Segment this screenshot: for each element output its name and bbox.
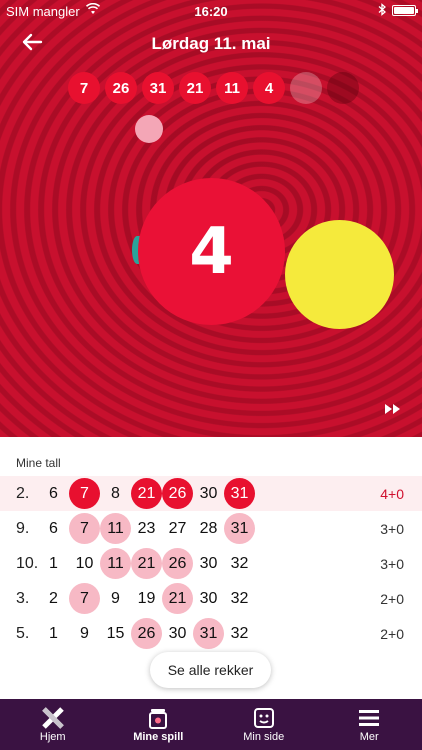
yellow-ball xyxy=(285,220,394,329)
drawn-numbers: 7 26 31 21 11 4 xyxy=(68,72,359,104)
tab-label: Hjem xyxy=(39,731,66,743)
number: 1 xyxy=(49,554,58,572)
battery-icon xyxy=(392,5,418,16)
number-hit: 11 xyxy=(100,548,131,579)
drawn-ball: 11 xyxy=(216,72,248,104)
tab-label: Mer xyxy=(359,731,379,743)
row-score: 4+0 xyxy=(380,486,404,502)
number: 30 xyxy=(199,484,218,502)
tab-label: Min side xyxy=(243,731,285,743)
row-index: 5. xyxy=(16,625,30,642)
tab-mer[interactable]: Mer xyxy=(317,699,422,750)
number: 30 xyxy=(199,554,218,572)
current-ball: 4 xyxy=(138,178,285,325)
row-index: 2. xyxy=(16,485,30,502)
my-numbers-list: Mine tall 2. 6 7 8 21 26 30 31 4+0 9. 6 … xyxy=(0,437,422,699)
tab-label: Mine spill xyxy=(133,731,184,743)
drawn-ball: 7 xyxy=(68,72,100,104)
number-hit: 21 xyxy=(162,583,193,614)
number: 8 xyxy=(111,484,120,502)
tab-bar: Hjem Mine spill Min side Mer xyxy=(0,699,422,750)
number: 32 xyxy=(230,554,249,572)
number: 30 xyxy=(168,624,187,642)
hjem-icon xyxy=(41,707,64,729)
row-score: 2+0 xyxy=(380,591,404,607)
number: 15 xyxy=(106,624,125,642)
number: 6 xyxy=(49,484,58,502)
number-hit: 21 xyxy=(131,548,162,579)
number-hit: 7 xyxy=(69,478,100,509)
list-label: Mine tall xyxy=(16,456,61,470)
tab-mine-spill[interactable]: Mine spill xyxy=(106,699,212,750)
number: 28 xyxy=(199,519,218,537)
fast-forward-icon[interactable] xyxy=(384,402,402,420)
row-index: 9. xyxy=(16,520,30,537)
table-row[interactable]: 5. 1 9 15 26 30 31 32 2+0 xyxy=(0,616,422,651)
number-hit: 31 xyxy=(193,618,224,649)
table-row[interactable]: 3. 2 7 9 19 21 30 32 2+0 xyxy=(0,581,422,616)
number: 1 xyxy=(49,624,58,642)
row-score: 3+0 xyxy=(380,521,404,537)
see-all-rows-button[interactable]: Se alle rekker xyxy=(150,652,271,688)
current-ball-number: 4 xyxy=(189,214,234,289)
empty-ball-slot xyxy=(327,72,359,104)
number: 9 xyxy=(80,624,89,642)
number: 32 xyxy=(230,624,249,642)
tab-hjem[interactable]: Hjem xyxy=(0,699,106,750)
row-index: 3. xyxy=(16,590,30,607)
menu-icon xyxy=(359,710,380,726)
table-row[interactable]: 9. 6 7 11 23 27 28 31 3+0 xyxy=(0,511,422,546)
status-bar: SIM mangler 16:20 xyxy=(0,0,422,22)
page-title: Lørdag 11. mai xyxy=(151,34,271,53)
table-row[interactable]: 2. 6 7 8 21 26 30 31 4+0 xyxy=(0,476,422,511)
number-hit: 7 xyxy=(69,513,100,544)
number: 30 xyxy=(199,589,218,607)
drawn-ball: 31 xyxy=(142,72,174,104)
number-hit: 31 xyxy=(224,513,255,544)
number-hit: 26 xyxy=(131,618,162,649)
number-hit: 26 xyxy=(162,478,193,509)
row-score: 2+0 xyxy=(380,626,404,642)
drawn-ball: 26 xyxy=(105,72,137,104)
number: 27 xyxy=(168,519,187,537)
min-side-icon xyxy=(253,708,274,728)
header: Lørdag 11. mai xyxy=(0,30,422,60)
number: 9 xyxy=(111,589,120,607)
empty-ball-slot xyxy=(290,72,322,104)
number-hit: 31 xyxy=(224,478,255,509)
row-score: 3+0 xyxy=(380,556,404,572)
number-hit: 11 xyxy=(100,513,131,544)
clock: 16:20 xyxy=(194,4,228,19)
number: 6 xyxy=(49,519,58,537)
app-root: SIM mangler 16:20 Lørdag 11. mai 7 26 31… xyxy=(0,0,422,750)
number: 19 xyxy=(137,589,156,607)
row-index: 10. xyxy=(16,555,39,572)
bluetooth-icon xyxy=(378,3,386,19)
drawn-ball: 4 xyxy=(253,72,285,104)
tab-min-side[interactable]: Min side xyxy=(211,699,317,750)
number-hit: 21 xyxy=(131,478,162,509)
number: 23 xyxy=(137,519,156,537)
table-row[interactable]: 10. 1 10 11 21 26 30 32 3+0 xyxy=(0,546,422,581)
number-hit: 26 xyxy=(162,548,193,579)
number: 2 xyxy=(49,589,58,607)
number: 32 xyxy=(230,589,249,607)
drawn-ball: 21 xyxy=(179,72,211,104)
mine-spill-icon xyxy=(149,709,168,729)
number-hit: 7 xyxy=(69,583,100,614)
number: 10 xyxy=(75,554,94,572)
bonus-ball-slot xyxy=(135,115,163,143)
